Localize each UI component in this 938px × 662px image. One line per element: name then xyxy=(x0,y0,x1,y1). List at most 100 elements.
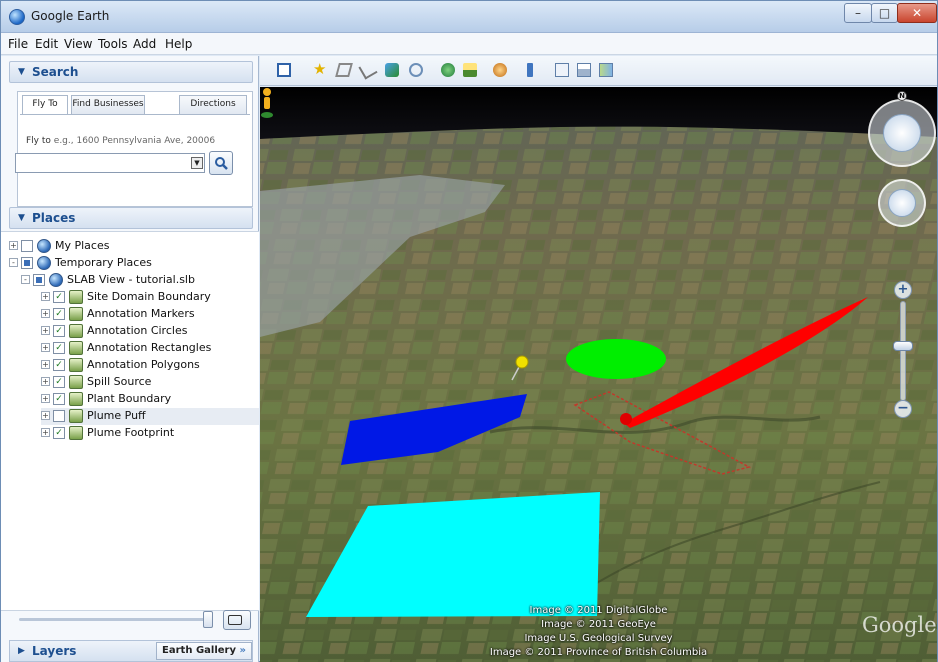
places-tree-row[interactable]: + ✓ Spill Source xyxy=(41,374,259,391)
terrain-view[interactable] xyxy=(260,87,937,662)
expand-node-icon[interactable]: + xyxy=(41,411,50,420)
title-bar: Google Earth – □ ✕ xyxy=(1,1,937,33)
toolbar-planets-button[interactable] xyxy=(490,61,510,79)
earth-3d-view[interactable]: Image © 2011 DigitalGlobe Image © 2011 G… xyxy=(260,87,937,662)
expand-node-icon[interactable]: + xyxy=(41,360,50,369)
menu-view[interactable]: View xyxy=(64,37,92,51)
places-tree-label: Site Domain Boundary xyxy=(87,290,211,303)
imagery-credit-3: Image U.S. Geological Survey xyxy=(524,633,673,644)
places-panel-header[interactable]: ▼ Places xyxy=(9,207,253,229)
menu-file[interactable]: File xyxy=(8,37,28,51)
toolbar-print-button[interactable] xyxy=(574,61,594,79)
expand-node-icon[interactable]: + xyxy=(9,241,18,250)
google-earth-icon xyxy=(9,9,25,25)
dropdown-arrow-icon[interactable]: ▼ xyxy=(191,157,203,169)
visibility-checkbox[interactable]: ✓ xyxy=(53,308,65,320)
places-tree-row[interactable]: + Plume Puff xyxy=(41,408,259,425)
search-button[interactable] xyxy=(209,151,233,175)
places-tree-row[interactable]: - Temporary Places xyxy=(9,255,259,272)
navigation-compass-ring[interactable]: N xyxy=(868,91,936,167)
email-icon xyxy=(555,63,569,77)
toolbar-polygon-button[interactable] xyxy=(334,61,354,79)
expand-node-icon[interactable]: + xyxy=(41,292,50,301)
earth-gallery-button[interactable]: Earth Gallery » xyxy=(156,642,252,660)
menu-edit[interactable]: Edit xyxy=(35,37,58,51)
toolbar-view-in-maps-button[interactable] xyxy=(596,61,616,79)
menu-add[interactable]: Add xyxy=(133,37,156,51)
look-joystick-icon[interactable] xyxy=(883,114,921,152)
minimize-button[interactable]: – xyxy=(844,3,872,23)
close-button[interactable]: ✕ xyxy=(897,3,937,23)
zoom-out-button[interactable]: − xyxy=(894,400,912,418)
zoom-in-button[interactable]: + xyxy=(894,281,912,299)
zoom-slider-handle[interactable] xyxy=(893,341,913,351)
expand-node-icon[interactable]: + xyxy=(41,326,50,335)
expand-node-icon[interactable]: + xyxy=(41,377,50,386)
places-tree-row[interactable]: - SLAB View - tutorial.slb xyxy=(21,272,259,289)
toolbar-record-tour-button[interactable] xyxy=(406,61,426,79)
spill-source[interactable] xyxy=(620,413,632,425)
toolbar-email-button[interactable] xyxy=(552,61,572,79)
tab-directions[interactable]: Directions xyxy=(179,95,247,114)
menu-help[interactable]: Help xyxy=(165,37,192,51)
visibility-checkbox[interactable] xyxy=(21,240,33,252)
expand-node-icon[interactable]: + xyxy=(41,428,50,437)
toolbar-sidebar-button[interactable] xyxy=(274,61,294,79)
layer-folder-icon xyxy=(69,358,83,372)
visibility-checkbox[interactable] xyxy=(21,257,33,269)
toolbar-ruler-button[interactable] xyxy=(520,61,540,79)
zoom-slider-track[interactable] xyxy=(900,301,906,401)
visibility-checkbox[interactable]: ✓ xyxy=(53,359,65,371)
places-tree-label: Plume Footprint xyxy=(87,426,175,439)
move-joystick-icon[interactable] xyxy=(888,189,916,217)
places-tree-label: SLAB View - tutorial.slb xyxy=(67,273,195,286)
visibility-checkbox[interactable]: ✓ xyxy=(53,342,65,354)
visibility-checkbox[interactable]: ✓ xyxy=(53,376,65,388)
tab-fly-to[interactable]: Fly To xyxy=(22,95,68,115)
opacity-slider-handle[interactable] xyxy=(203,611,213,628)
annotation-circle[interactable] xyxy=(566,339,666,379)
menu-bar: File Edit View Tools Add Help xyxy=(1,33,937,55)
places-tree-row[interactable]: + ✓ Site Domain Boundary xyxy=(41,289,259,306)
places-tree-row[interactable]: + ✓ Annotation Markers xyxy=(41,306,259,323)
toolbar-path-button[interactable] xyxy=(358,60,378,80)
tab-find-businesses[interactable]: Find Businesses xyxy=(71,95,145,114)
layers-panel-header[interactable]: ▶ Layers Earth Gallery » xyxy=(9,640,253,662)
play-tour-button[interactable] xyxy=(223,610,251,630)
opacity-slider-track[interactable] xyxy=(19,618,205,621)
north-indicator-icon[interactable]: N xyxy=(897,91,907,101)
sidebar-toggle-icon xyxy=(277,63,291,77)
toolbar-sunlight-button[interactable] xyxy=(460,61,480,79)
sidebar: ▼ Search Fly To Find Businesses Directio… xyxy=(1,56,259,662)
visibility-checkbox[interactable]: ✓ xyxy=(53,393,65,405)
street-view-pegman-icon[interactable] xyxy=(260,87,274,119)
places-tree-row[interactable]: + ✓ Annotation Rectangles xyxy=(41,340,259,357)
places-tree-row[interactable]: + ✓ Annotation Circles xyxy=(41,323,259,340)
visibility-checkbox[interactable]: ✓ xyxy=(53,427,65,439)
expand-node-icon[interactable]: + xyxy=(41,343,50,352)
maximize-button[interactable]: □ xyxy=(871,3,898,23)
layer-folder-icon xyxy=(69,307,83,321)
search-panel-header[interactable]: ▼ Search xyxy=(9,61,253,83)
search-input[interactable] xyxy=(15,153,205,173)
visibility-checkbox[interactable]: ✓ xyxy=(53,325,65,337)
toolbar-historical-imagery-button[interactable] xyxy=(438,61,458,79)
search-panel: Fly To Find Businesses Directions Fly to… xyxy=(17,91,253,207)
visibility-checkbox[interactable]: ✓ xyxy=(53,291,65,303)
toolbar-image-overlay-button[interactable] xyxy=(382,61,402,79)
visibility-checkbox[interactable] xyxy=(33,274,45,286)
places-tree-row[interactable]: + ✓ Annotation Polygons xyxy=(41,357,259,374)
expand-node-icon[interactable]: + xyxy=(41,309,50,318)
places-tree-label: My Places xyxy=(55,239,110,252)
expand-node-icon[interactable]: + xyxy=(41,394,50,403)
toolbar-placemark-button[interactable]: ★ xyxy=(310,61,330,79)
collapse-node-icon[interactable]: - xyxy=(21,275,30,284)
menu-tools[interactable]: Tools xyxy=(98,37,128,51)
places-tree-row[interactable]: + My Places xyxy=(9,238,259,255)
places-tree-row[interactable]: + ✓ Plume Footprint xyxy=(41,425,259,442)
collapse-node-icon[interactable]: - xyxy=(9,258,18,267)
move-joystick[interactable] xyxy=(878,179,926,227)
places-tree-row[interactable]: + ✓ Plant Boundary xyxy=(41,391,259,408)
polygon-icon xyxy=(335,63,353,77)
visibility-checkbox[interactable] xyxy=(53,410,65,422)
